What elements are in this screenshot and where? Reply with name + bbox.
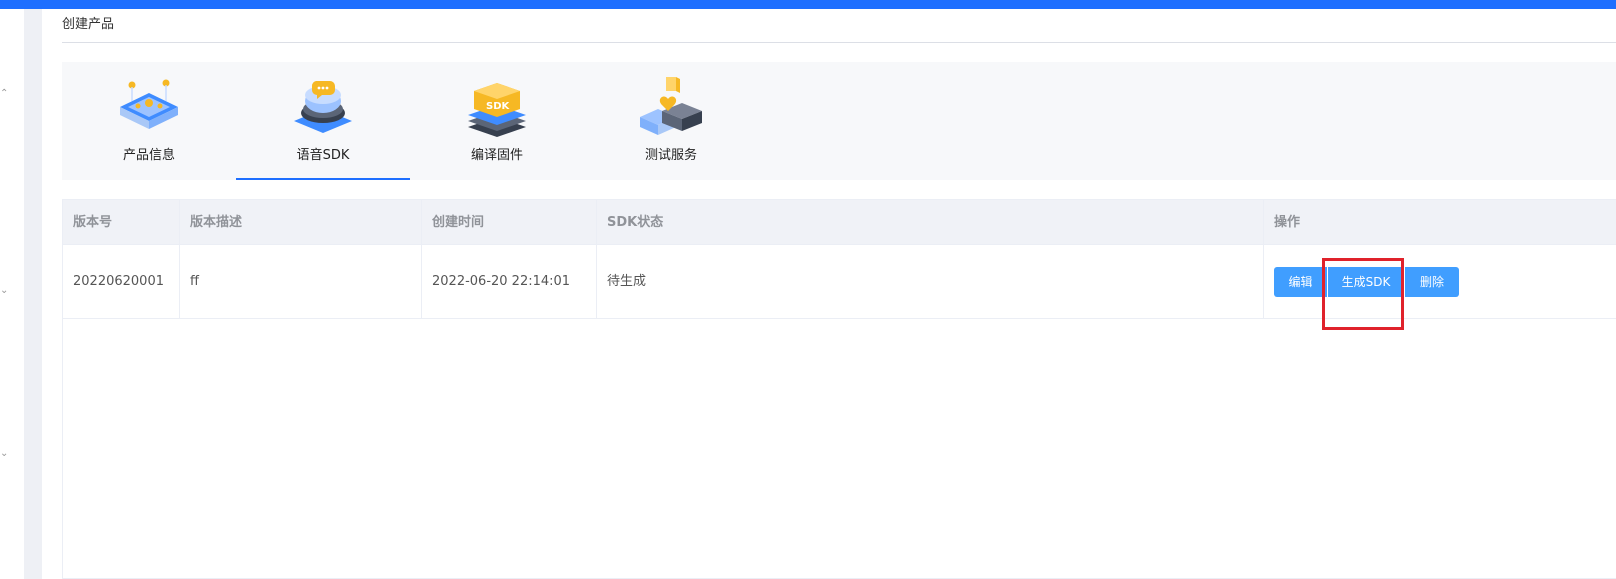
generate-sdk-button[interactable]: 生成SDK <box>1328 267 1404 297</box>
compile-firmware-icon: SDK <box>468 83 526 137</box>
column-header-sdk-status[interactable]: SDK状态 <box>597 200 1264 245</box>
table-row: 20220620001 ff 2022-06-20 22:14:01 待生成 编… <box>63 245 1616 319</box>
cell-description: ff <box>180 245 422 318</box>
divider <box>62 42 1616 43</box>
page-title: 创建产品 <box>62 17 115 32</box>
chevron-up-icon[interactable]: ⌃ <box>0 89 10 99</box>
sidebar-gutter <box>24 9 42 579</box>
tab-compile-firmware[interactable]: SDK 编译固件 <box>410 62 584 180</box>
test-service-icon <box>640 77 702 135</box>
product-info-icon <box>120 79 178 129</box>
sidebar: ⌃ ⌄ ⌄ <box>0 9 24 579</box>
top-header-bar <box>0 0 1616 9</box>
column-header-actions: 操作 <box>1274 215 1301 230</box>
tab-test-service[interactable]: 测试服务 <box>584 62 758 180</box>
table-header: 版本号 版本描述 创建时间 SDK状态 操作 <box>63 200 1616 245</box>
tab-voice-sdk[interactable]: 语音SDK <box>236 62 410 180</box>
delete-button[interactable]: 删除 <box>1405 267 1459 297</box>
column-header-created-at[interactable]: 创建时间 <box>422 200 597 245</box>
active-tab-indicator <box>236 178 410 180</box>
chevron-down-icon[interactable]: ⌄ <box>0 449 10 459</box>
voice-sdk-icon <box>294 81 352 133</box>
chevron-down-icon[interactable]: ⌄ <box>0 286 10 296</box>
column-header-description[interactable]: 版本描述 <box>180 200 422 245</box>
cell-sdk-status: 待生成 <box>597 245 1264 318</box>
edit-button[interactable]: 编辑 <box>1274 267 1327 297</box>
svg-text:SDK: SDK <box>486 101 511 112</box>
step-tabs: 产品信息 语音SDK SDK 编译固件 测试服务 <box>62 62 1616 180</box>
cell-actions: 编辑 生成SDK 删除 <box>1264 245 1616 318</box>
tab-label: 产品信息 <box>122 148 175 163</box>
tab-product-info[interactable]: 产品信息 <box>62 62 236 180</box>
cell-version: 20220620001 <box>63 245 180 318</box>
cell-created-at: 2022-06-20 22:14:01 <box>422 245 597 318</box>
tab-label: 测试服务 <box>644 148 697 163</box>
sdk-version-table: 版本号 版本描述 创建时间 SDK状态 操作 20220620001 ff 20… <box>62 199 1616 579</box>
tab-label: 语音SDK <box>296 148 350 163</box>
main-content: 创建产品 产品信息 语音SDK SDK 编译固件 测试服务 版本号 版本描述 创… <box>42 9 1616 579</box>
tab-label: 编译固件 <box>470 148 523 163</box>
column-header-version[interactable]: 版本号 <box>63 200 180 245</box>
